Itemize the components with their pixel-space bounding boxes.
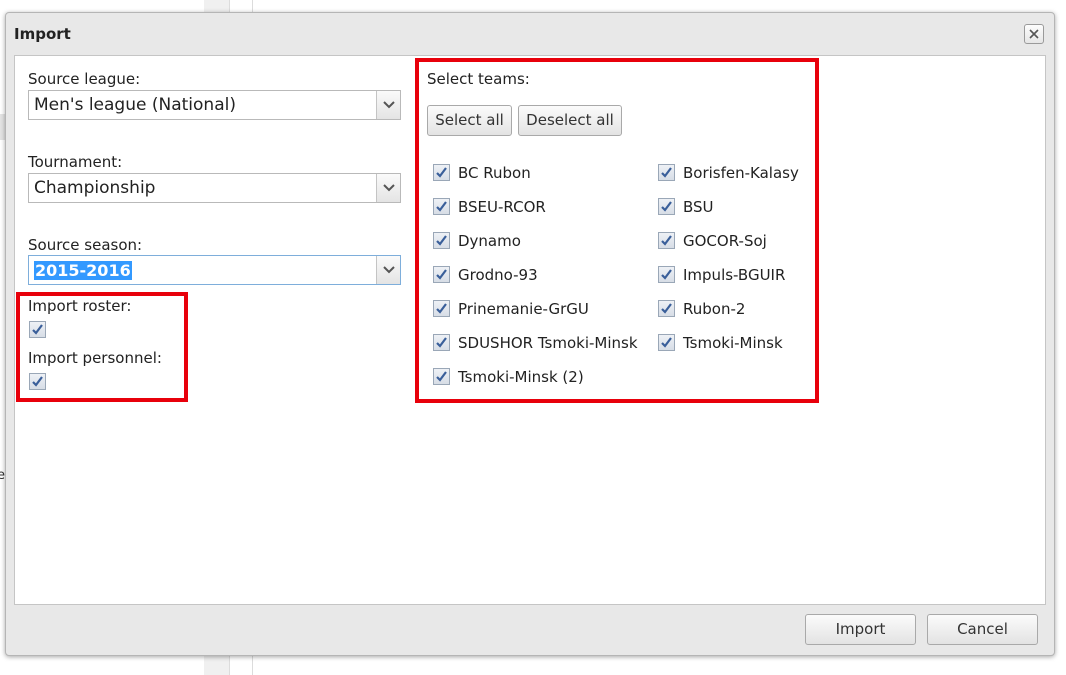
team-checkbox[interactable] xyxy=(433,198,450,215)
team-name: SDUSHOR Tsmoki-Minsk xyxy=(458,334,638,352)
team-name: BSU xyxy=(683,198,714,216)
source-league-label: Source league: xyxy=(28,70,141,88)
team-name: BC Rubon xyxy=(458,164,531,182)
checkmark-icon xyxy=(661,167,672,178)
import-roster-label: Import roster: xyxy=(28,297,132,315)
checkmark-icon xyxy=(32,324,43,335)
checkmark-icon xyxy=(436,269,447,280)
team-name: Grodno-93 xyxy=(458,266,538,284)
team-name: Tsmoki-Minsk xyxy=(683,334,783,352)
import-dialog: Import Source league: Men's league (Nati… xyxy=(5,12,1055,656)
team-checkbox[interactable] xyxy=(658,164,675,181)
dialog-body: Source league: Men's league (National) T… xyxy=(14,55,1046,605)
checkmark-icon xyxy=(436,201,447,212)
checkmark-icon xyxy=(661,337,672,348)
team-checkbox[interactable] xyxy=(658,266,675,283)
checkmark-icon xyxy=(436,167,447,178)
tournament-value: Championship xyxy=(34,178,156,198)
source-league-select[interactable]: Men's league (National) xyxy=(28,90,401,120)
chevron-down-icon xyxy=(383,101,395,109)
source-season-label: Source season: xyxy=(28,236,143,254)
checkmark-icon xyxy=(661,303,672,314)
source-league-value: Men's league (National) xyxy=(34,95,236,115)
import-button[interactable]: Import xyxy=(805,614,916,645)
team-name: Dynamo xyxy=(458,232,521,250)
team-checkbox[interactable] xyxy=(658,300,675,317)
source-season-dropdown-button[interactable] xyxy=(376,256,400,284)
team-name: GOCOR-Soj xyxy=(683,232,767,250)
checkmark-icon xyxy=(436,303,447,314)
tournament-label: Tournament: xyxy=(28,153,123,171)
checkmark-icon xyxy=(661,201,672,212)
tournament-select[interactable]: Championship xyxy=(28,173,401,203)
source-season-select[interactable]: 2015-2016 xyxy=(28,255,401,285)
team-checkbox[interactable] xyxy=(658,198,675,215)
dialog-title: Import xyxy=(14,25,71,43)
team-checkbox[interactable] xyxy=(433,334,450,351)
team-checkbox[interactable] xyxy=(433,266,450,283)
team-name: Borisfen-Kalasy xyxy=(683,164,799,182)
chevron-down-icon xyxy=(383,184,395,192)
deselect-all-button[interactable]: Deselect all xyxy=(518,105,622,136)
checkmark-icon xyxy=(661,269,672,280)
cancel-button[interactable]: Cancel xyxy=(927,614,1038,645)
close-icon xyxy=(1029,29,1039,39)
select-teams-label: Select teams: xyxy=(427,70,530,88)
close-button[interactable] xyxy=(1024,24,1044,44)
checkmark-icon xyxy=(32,376,43,387)
team-name: BSEU-RCOR xyxy=(458,198,546,216)
team-name: Prinemanie-GrGU xyxy=(458,300,589,318)
source-season-value: 2015-2016 xyxy=(34,261,132,280)
team-name: Rubon-2 xyxy=(683,300,746,318)
checkmark-icon xyxy=(661,235,672,246)
tournament-dropdown-button[interactable] xyxy=(376,174,400,202)
team-name: Impuls-BGUIR xyxy=(683,266,786,284)
import-personnel-label: Import personnel: xyxy=(28,349,162,367)
team-checkbox[interactable] xyxy=(433,164,450,181)
source-league-dropdown-button[interactable] xyxy=(376,91,400,119)
team-checkbox[interactable] xyxy=(433,232,450,249)
chevron-down-icon xyxy=(383,266,395,274)
select-all-button[interactable]: Select all xyxy=(427,105,512,136)
checkmark-icon xyxy=(436,371,447,382)
team-checkbox[interactable] xyxy=(433,368,450,385)
checkmark-icon xyxy=(436,337,447,348)
team-checkbox[interactable] xyxy=(433,300,450,317)
import-personnel-checkbox[interactable] xyxy=(29,373,46,390)
team-checkbox[interactable] xyxy=(658,334,675,351)
import-roster-checkbox[interactable] xyxy=(29,321,46,338)
team-checkbox[interactable] xyxy=(658,232,675,249)
team-name: Tsmoki-Minsk (2) xyxy=(458,368,584,386)
checkmark-icon xyxy=(436,235,447,246)
